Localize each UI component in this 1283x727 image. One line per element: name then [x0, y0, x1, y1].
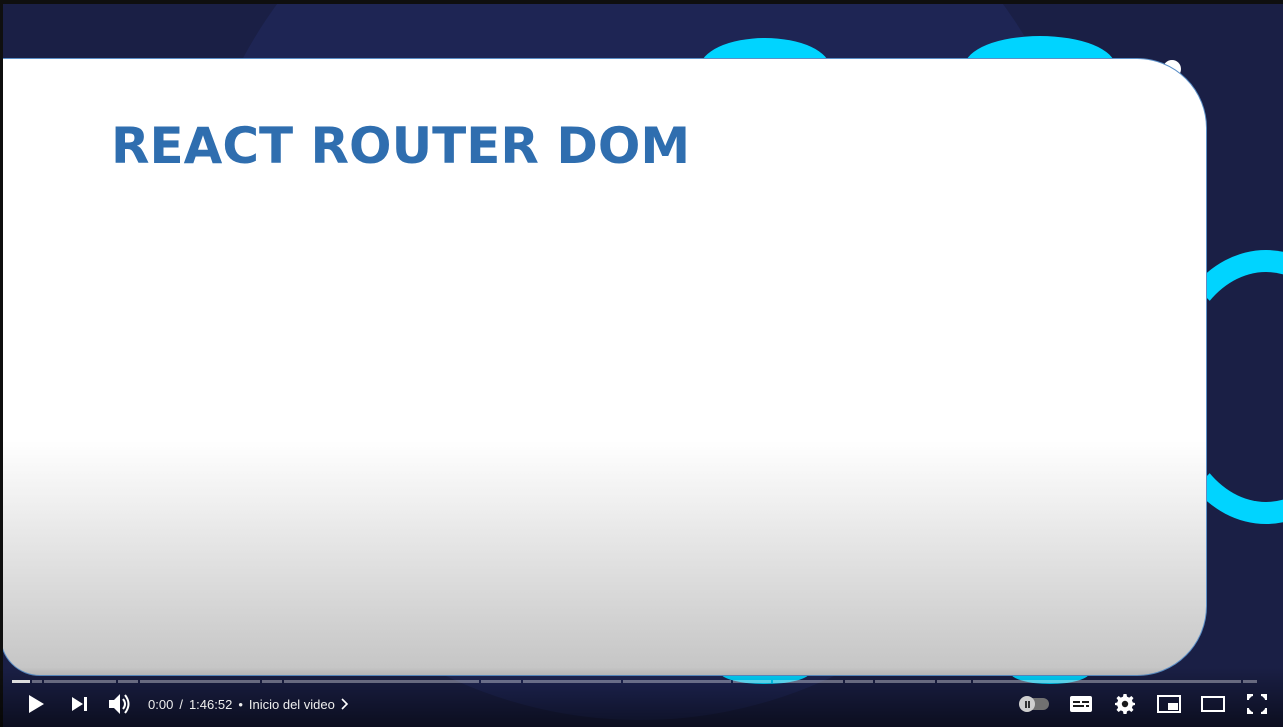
- progress-segment[interactable]: [140, 680, 260, 683]
- subtitles-button[interactable]: [1067, 686, 1095, 722]
- gear-icon: [1115, 694, 1135, 714]
- slide-card: REACT ROUTER DOM: [0, 58, 1207, 676]
- play-icon: [29, 695, 44, 713]
- time-separator: /: [179, 696, 183, 712]
- chapter-label: Inicio del video: [248, 696, 335, 712]
- chapter-bullet: •: [238, 696, 243, 712]
- fullscreen-button[interactable]: [1243, 686, 1271, 722]
- progress-segment[interactable]: [845, 680, 873, 683]
- progress-segment[interactable]: [284, 680, 479, 683]
- theater-mode-button[interactable]: [1199, 686, 1227, 722]
- volume-icon: [109, 694, 130, 714]
- duration: 1:46:52: [188, 696, 233, 712]
- volume-button[interactable]: [100, 686, 140, 722]
- current-time: 0:00: [148, 696, 174, 712]
- subtitles-icon: [1070, 696, 1092, 712]
- next-button[interactable]: [60, 686, 100, 722]
- progress-segment[interactable]: [523, 680, 621, 683]
- video-player[interactable]: REACT ROUTER DOM 0:00 / 1:46:52 • Inicio…: [0, 0, 1283, 727]
- progress-segment[interactable]: [32, 680, 42, 683]
- progress-segment[interactable]: [44, 680, 116, 683]
- left-border: [0, 0, 3, 727]
- autoplay-toggle-icon: [1019, 696, 1049, 712]
- fullscreen-icon: [1247, 694, 1267, 714]
- progress-segment[interactable]: [875, 680, 935, 683]
- autoplay-toggle[interactable]: [1019, 686, 1051, 722]
- time-display: 0:00 / 1:46:52 • Inicio del video: [148, 697, 349, 712]
- slide-title: REACT ROUTER DOM: [111, 117, 691, 175]
- control-bar: 0:00 / 1:46:52 • Inicio del video: [0, 686, 1283, 722]
- chevron-right-icon: [341, 698, 349, 710]
- miniplayer-button[interactable]: [1155, 686, 1183, 722]
- progress-segment[interactable]: [481, 680, 521, 683]
- settings-button[interactable]: [1111, 686, 1139, 722]
- progress-segment[interactable]: [118, 680, 138, 683]
- progress-segment[interactable]: [1243, 680, 1257, 683]
- top-border: [0, 0, 1283, 4]
- progress-segment[interactable]: [973, 680, 1241, 683]
- right-controls: [1019, 686, 1271, 722]
- progress-segment[interactable]: [12, 680, 30, 683]
- progress-segment[interactable]: [262, 680, 282, 683]
- play-button[interactable]: [12, 686, 60, 722]
- next-icon: [72, 697, 87, 711]
- theater-mode-icon: [1201, 696, 1225, 712]
- miniplayer-icon: [1157, 695, 1181, 713]
- progress-segment[interactable]: [773, 680, 843, 683]
- chapter-button[interactable]: Inicio del video: [249, 697, 349, 712]
- progress-bar[interactable]: [12, 680, 1270, 683]
- progress-segment[interactable]: [937, 680, 971, 683]
- progress-segment[interactable]: [733, 680, 771, 683]
- progress-segment[interactable]: [623, 680, 731, 683]
